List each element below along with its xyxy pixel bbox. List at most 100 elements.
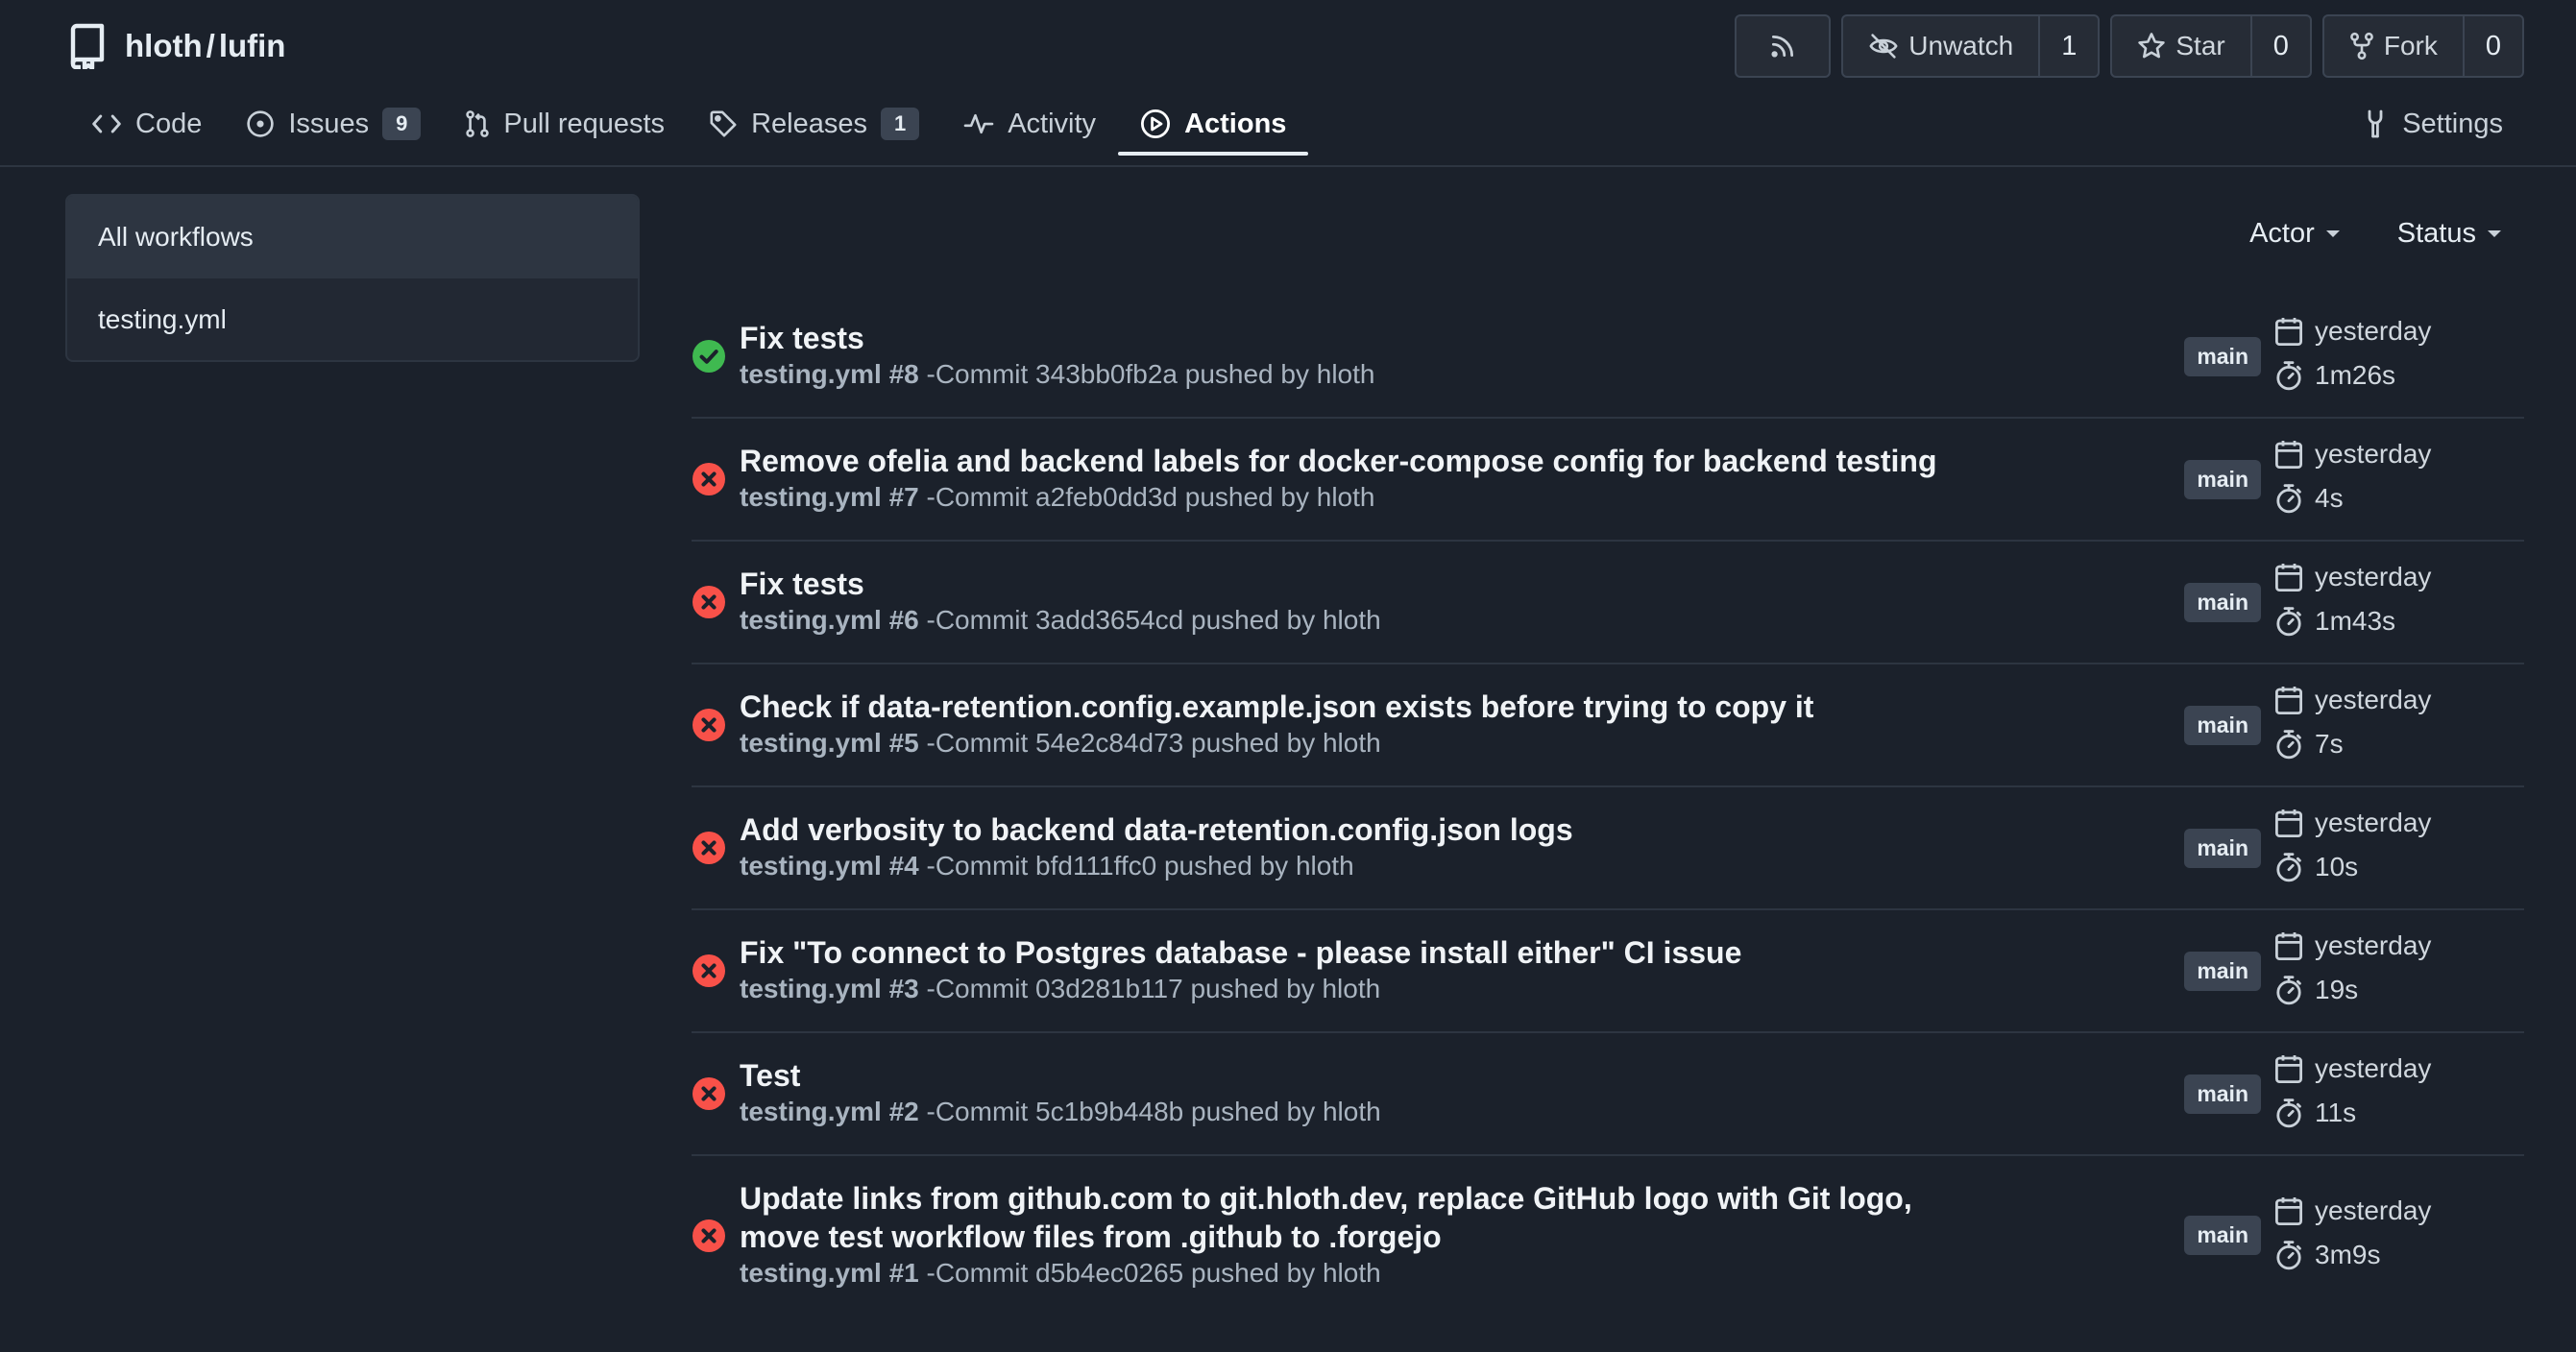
- run-meta: testing.yml #3 -Commit 03d281b117 pushed…: [740, 974, 1380, 1004]
- branch-badge[interactable]: main: [2184, 952, 2261, 991]
- stopwatch-icon: [2274, 975, 2303, 1005]
- branch-badge[interactable]: main: [2184, 583, 2261, 622]
- run-meta: testing.yml #4 -Commit bfd111ffc0 pushed…: [740, 851, 1354, 881]
- run-date: yesterday: [2315, 808, 2432, 837]
- run-workflow[interactable]: testing.yml #2: [740, 1097, 919, 1126]
- run-timing: yesterday 11s: [2274, 1047, 2505, 1135]
- unwatch-label: Unwatch: [1908, 31, 2014, 60]
- run-title[interactable]: Remove ofelia and backend labels for doc…: [740, 442, 1950, 480]
- tab-label: Code: [135, 108, 203, 139]
- play-icon: [1140, 109, 1171, 139]
- run-commit-text: -Commit 03d281b117 pushed by hloth: [926, 974, 1381, 1003]
- repo-icon: [67, 23, 106, 69]
- workflow-run-row[interactable]: Test testing.yml #2 -Commit 5c1b9b448b p…: [692, 1033, 2524, 1156]
- repo-separator: /: [206, 28, 215, 63]
- actor-filter-dropdown[interactable]: Actor: [2249, 218, 2340, 250]
- tab-activity[interactable]: Activity: [941, 86, 1118, 161]
- run-timing: yesterday 1m43s: [2274, 555, 2505, 643]
- workflow-run-row[interactable]: Update links from github.com to git.hlot…: [692, 1156, 2524, 1314]
- calendar-icon: [2274, 808, 2303, 838]
- workflow-run-row[interactable]: Remove ofelia and backend labels for doc…: [692, 419, 2524, 542]
- run-title[interactable]: Fix "To connect to Postgres database - p…: [740, 933, 1950, 972]
- tab-code[interactable]: Code: [69, 86, 224, 161]
- tab-issues[interactable]: Issues 9: [224, 86, 443, 161]
- run-date: yesterday: [2315, 685, 2432, 714]
- run-workflow[interactable]: testing.yml #6: [740, 605, 919, 635]
- workflow-run-row[interactable]: Fix tests testing.yml #8 -Commit 343bb0f…: [692, 296, 2524, 419]
- branch-badge[interactable]: main: [2184, 337, 2261, 376]
- fork-button[interactable]: Fork 0: [2321, 14, 2524, 78]
- workflow-run-row[interactable]: Add verbosity to backend data-retention.…: [692, 787, 2524, 910]
- tab-label: Settings: [2402, 108, 2503, 139]
- tab-releases[interactable]: Releases 1: [687, 86, 941, 161]
- stopwatch-icon: [2274, 729, 2303, 760]
- workflow-run-list: Fix tests testing.yml #8 -Commit 343bb0f…: [692, 296, 2524, 1314]
- workflow-run-row[interactable]: Check if data-retention.config.example.j…: [692, 664, 2524, 787]
- stars-count[interactable]: 0: [2249, 16, 2310, 76]
- star-icon: [2137, 32, 2166, 60]
- workflow-run-row[interactable]: Fix "To connect to Postgres database - p…: [692, 910, 2524, 1033]
- run-title[interactable]: Fix tests: [740, 319, 1950, 357]
- run-workflow[interactable]: testing.yml #5: [740, 728, 919, 758]
- run-commit-text: -Commit a2feb0dd3d pushed by hloth: [926, 482, 1375, 512]
- x-circle-icon: [693, 586, 725, 618]
- run-commit-text: -Commit d5b4ec0265 pushed by hloth: [926, 1258, 1381, 1288]
- fork-label: Fork: [2383, 31, 2438, 60]
- branch-badge[interactable]: main: [2184, 829, 2261, 868]
- x-circle-icon: [693, 832, 725, 864]
- sidebar-item-all-workflows[interactable]: All workflows: [67, 196, 638, 278]
- branch-badge[interactable]: main: [2184, 1216, 2261, 1255]
- run-duration: 19s: [2315, 975, 2359, 1004]
- issues-count-badge: 9: [382, 108, 422, 140]
- branch-badge[interactable]: main: [2184, 460, 2261, 499]
- stopwatch-icon: [2274, 483, 2303, 514]
- header-buttons: Unwatch 1 Star 0 Fork 0: [1735, 14, 2524, 78]
- pulse-icon: [963, 110, 994, 137]
- calendar-icon: [2274, 685, 2303, 715]
- unwatch-button[interactable]: Unwatch 1: [1841, 14, 2101, 78]
- repo-title: hloth / lufin: [67, 21, 285, 71]
- run-workflow[interactable]: testing.yml #3: [740, 974, 919, 1003]
- tab-settings[interactable]: Settings: [2340, 86, 2525, 161]
- tab-pull-requests[interactable]: Pull requests: [443, 86, 687, 161]
- run-duration: 10s: [2315, 852, 2359, 881]
- run-workflow[interactable]: testing.yml #4: [740, 851, 919, 881]
- calendar-icon: [2274, 1195, 2303, 1226]
- workflow-run-row[interactable]: Fix tests testing.yml #6 -Commit 3add365…: [692, 542, 2524, 664]
- x-circle-icon: [693, 1219, 725, 1252]
- run-workflow[interactable]: testing.yml #1: [740, 1258, 919, 1288]
- run-filters: Actor Status: [2249, 209, 2501, 257]
- sidebar-item-testing-yml[interactable]: testing.yml: [67, 278, 638, 360]
- branch-badge[interactable]: main: [2184, 1074, 2261, 1114]
- run-date: yesterday: [2315, 930, 2432, 960]
- run-title[interactable]: Fix tests: [740, 565, 1950, 603]
- tools-icon: [2362, 109, 2389, 139]
- repo-owner-link[interactable]: hloth: [125, 28, 203, 63]
- forks-count[interactable]: 0: [2462, 16, 2522, 76]
- star-button[interactable]: Star 0: [2110, 14, 2312, 78]
- run-title[interactable]: Check if data-retention.config.example.j…: [740, 688, 1950, 726]
- run-date: yesterday: [2315, 439, 2432, 469]
- chevron-down-icon: [2488, 229, 2501, 237]
- tab-actions[interactable]: Actions: [1118, 86, 1309, 161]
- repo-name-link[interactable]: lufin: [219, 28, 286, 63]
- branch-badge[interactable]: main: [2184, 706, 2261, 745]
- stopwatch-icon: [2274, 360, 2303, 391]
- status-filter-dropdown[interactable]: Status: [2397, 218, 2501, 250]
- run-workflow[interactable]: testing.yml #7: [740, 482, 919, 512]
- repo-tabs: Code Issues 9 Pull requests Releases 1 A…: [69, 92, 2538, 167]
- run-timing: yesterday 3m9s: [2274, 1189, 2505, 1277]
- run-title[interactable]: Update links from github.com to git.hlot…: [740, 1179, 1950, 1256]
- run-workflow[interactable]: testing.yml #8: [740, 359, 919, 389]
- run-commit-text: -Commit 5c1b9b448b pushed by hloth: [926, 1097, 1381, 1126]
- run-commit-text: -Commit 3add3654cd pushed by hloth: [926, 605, 1381, 635]
- run-title[interactable]: Add verbosity to backend data-retention.…: [740, 810, 1950, 849]
- watchers-count[interactable]: 1: [2038, 16, 2098, 76]
- run-title[interactable]: Test: [740, 1056, 1950, 1095]
- x-circle-icon: [693, 954, 725, 987]
- run-commit-text: -Commit 343bb0fb2a pushed by hloth: [926, 359, 1375, 389]
- rss-button[interactable]: [1735, 14, 1832, 78]
- calendar-icon: [2274, 316, 2303, 347]
- actor-filter-label: Actor: [2249, 217, 2315, 249]
- tab-label: Actions: [1184, 108, 1287, 139]
